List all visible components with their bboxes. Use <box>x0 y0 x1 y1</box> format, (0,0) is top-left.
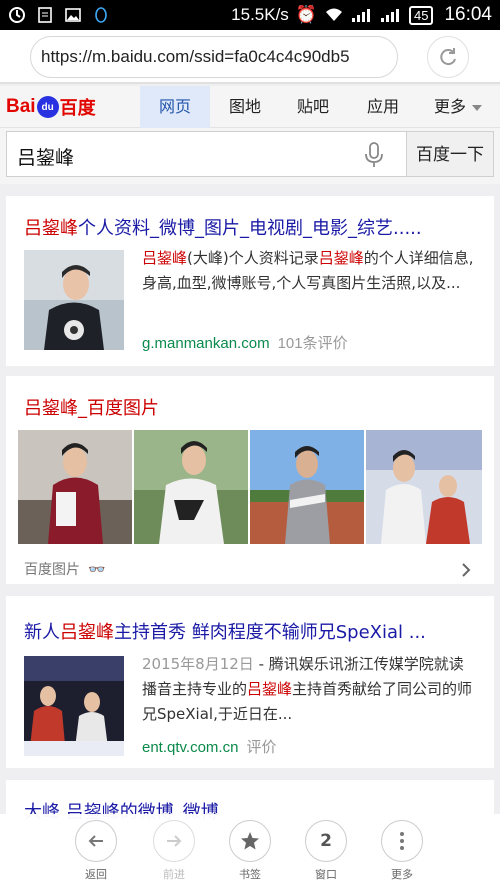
result-thumbnail-3[interactable] <box>24 656 124 756</box>
image-result-2[interactable] <box>134 430 248 544</box>
result-source-1[interactable]: g.manmankan.com 101条评价 <box>142 332 348 353</box>
network-speed: 15.5K/s <box>231 5 289 24</box>
title-highlight: 吕鋆峰 <box>24 218 78 239</box>
title-highlight: 吕鋆峰 <box>60 622 114 643</box>
image-result-4[interactable] <box>366 430 482 544</box>
title-text: 个人资料_微博_图片_电视剧_电影_综艺..... <box>78 218 422 239</box>
result-desc-3: 2015年8月12日 - 腾讯娱乐讯浙江传媒学院就读播音主持专业的吕鋆峰主持首秀… <box>142 652 478 727</box>
bottom-toolbar: 返回 前进 书签 2 窗口 更多 <box>0 814 500 888</box>
status-bar: 15.5K/s ⏰ 45 16:04 <box>0 0 500 30</box>
chevron-down-icon <box>472 104 482 111</box>
back-button[interactable]: 返回 <box>66 820 126 882</box>
search-query: 吕鋆峰 <box>17 147 75 169</box>
url-field[interactable]: https://m.baidu.com/ssid=fa0c4c4c90db5 <box>30 36 398 78</box>
reload-button[interactable] <box>427 36 469 78</box>
desc-highlight-2: 吕鋆峰 <box>318 249 364 267</box>
logo-paw: du <box>36 96 59 118</box>
bookmark-button[interactable]: 书签 <box>220 820 280 882</box>
qq-icon <box>95 7 107 23</box>
desc-highlight: 吕鋆峰 <box>247 680 293 698</box>
more-vertical-icon <box>400 832 404 850</box>
baidu-nav: Bai du 百度 网页 图地 贴吧 应用 更多 <box>0 86 500 128</box>
result-title-3[interactable]: 新人吕鋆峰主持首秀 鲜肉程度不输师兄SpeXial ... <box>24 618 480 644</box>
microphone-icon[interactable] <box>363 141 385 169</box>
glasses-icon: 👓 <box>88 562 106 578</box>
windows-button[interactable]: 2 窗口 <box>296 820 356 882</box>
more-menu-button[interactable]: 更多 <box>372 820 432 882</box>
more-label: 更多 <box>391 868 413 881</box>
alarm-icon: ⏰ <box>295 5 317 24</box>
tab-web[interactable]: 网页 <box>140 86 210 128</box>
title-highlight: 吕鋆峰 <box>24 398 78 419</box>
result-thumbnail-1[interactable] <box>24 250 124 350</box>
title-text: _百度图片 <box>78 398 159 419</box>
result-desc-1: 吕鋆峰(大峰)个人资料记录吕鋆峰的个人详细信息,身高,血型,微博账号,个人写真图… <box>142 246 478 296</box>
image-source-label: 百度图片 👓 <box>24 559 105 579</box>
result-card-3: 新人吕鋆峰主持首秀 鲜肉程度不输师兄SpeXial ... 2015年8月12日… <box>6 596 494 768</box>
tab-map[interactable]: 图地 <box>212 86 278 128</box>
desc-highlight-1: 吕鋆峰 <box>142 249 188 267</box>
windows-label: 窗口 <box>315 868 337 881</box>
logo-bai: Bai <box>6 96 36 117</box>
title-text-b: 主持首秀 鲜肉程度不输师兄SpeXial ... <box>114 622 426 643</box>
tab-apps[interactable]: 应用 <box>350 86 416 128</box>
image-source-text: 百度图片 <box>24 562 80 578</box>
desc-text-a: (大峰)个人资料记录 <box>187 249 319 267</box>
tab-tieba[interactable]: 贴吧 <box>280 86 346 128</box>
signal-icon <box>351 9 370 22</box>
sync-icon <box>9 7 25 23</box>
result-card-1: 吕鋆峰个人资料_微博_图片_电视剧_电影_综艺..... 吕鋆峰(大峰)个人资料… <box>6 196 494 366</box>
back-label: 返回 <box>85 868 107 881</box>
search-row: 吕鋆峰 百度一下 <box>0 128 500 184</box>
star-icon <box>241 832 259 850</box>
signal-icon-2 <box>380 9 399 22</box>
source-url: g.manmankan.com <box>142 335 270 352</box>
document-icon <box>38 7 52 23</box>
result-title-1[interactable]: 吕鋆峰个人资料_微博_图片_电视剧_电影_综艺..... <box>24 214 480 240</box>
arrow-left-icon <box>88 835 103 847</box>
source-url: ent.qtv.com.cn <box>142 739 239 756</box>
wifi-icon <box>325 8 342 21</box>
clock: 16:04 <box>444 4 492 25</box>
review-count: 评价 <box>246 739 277 756</box>
review-count: 101条评价 <box>277 335 348 352</box>
chevron-right-icon[interactable] <box>460 562 472 578</box>
forward-label: 前进 <box>163 868 185 881</box>
window-count: 2 <box>305 820 347 862</box>
forward-button[interactable]: 前进 <box>144 820 204 882</box>
result-card-2: 吕鋆峰_百度图片 百度图片 👓 <box>6 376 494 584</box>
search-input[interactable]: 吕鋆峰 <box>6 131 406 177</box>
arrow-right-icon <box>167 835 182 847</box>
result-source-3[interactable]: ent.qtv.com.cn 评价 <box>142 736 276 757</box>
search-button[interactable]: 百度一下 <box>406 131 494 177</box>
image-result-1[interactable] <box>18 430 132 544</box>
result-title-2[interactable]: 吕鋆峰_百度图片 <box>24 394 480 420</box>
image-result-3[interactable] <box>250 430 364 544</box>
address-bar: https://m.baidu.com/ssid=fa0c4c4c90db5 <box>0 30 500 84</box>
baidu-logo[interactable]: Bai du 百度 <box>6 95 96 119</box>
battery-indicator: 45 <box>408 5 434 25</box>
result-date: 2015年8月12日 <box>142 655 254 673</box>
tab-more[interactable]: 更多 <box>420 86 496 128</box>
url-text: https://m.baidu.com/ssid=fa0c4c4c90db5 <box>41 47 350 66</box>
bookmark-label: 书签 <box>239 868 261 881</box>
refresh-icon <box>440 48 456 66</box>
gallery-icon <box>65 8 81 22</box>
tab-more-label: 更多 <box>433 97 466 116</box>
logo-cn: 百度 <box>59 98 96 118</box>
title-text-a: 新人 <box>24 622 60 643</box>
